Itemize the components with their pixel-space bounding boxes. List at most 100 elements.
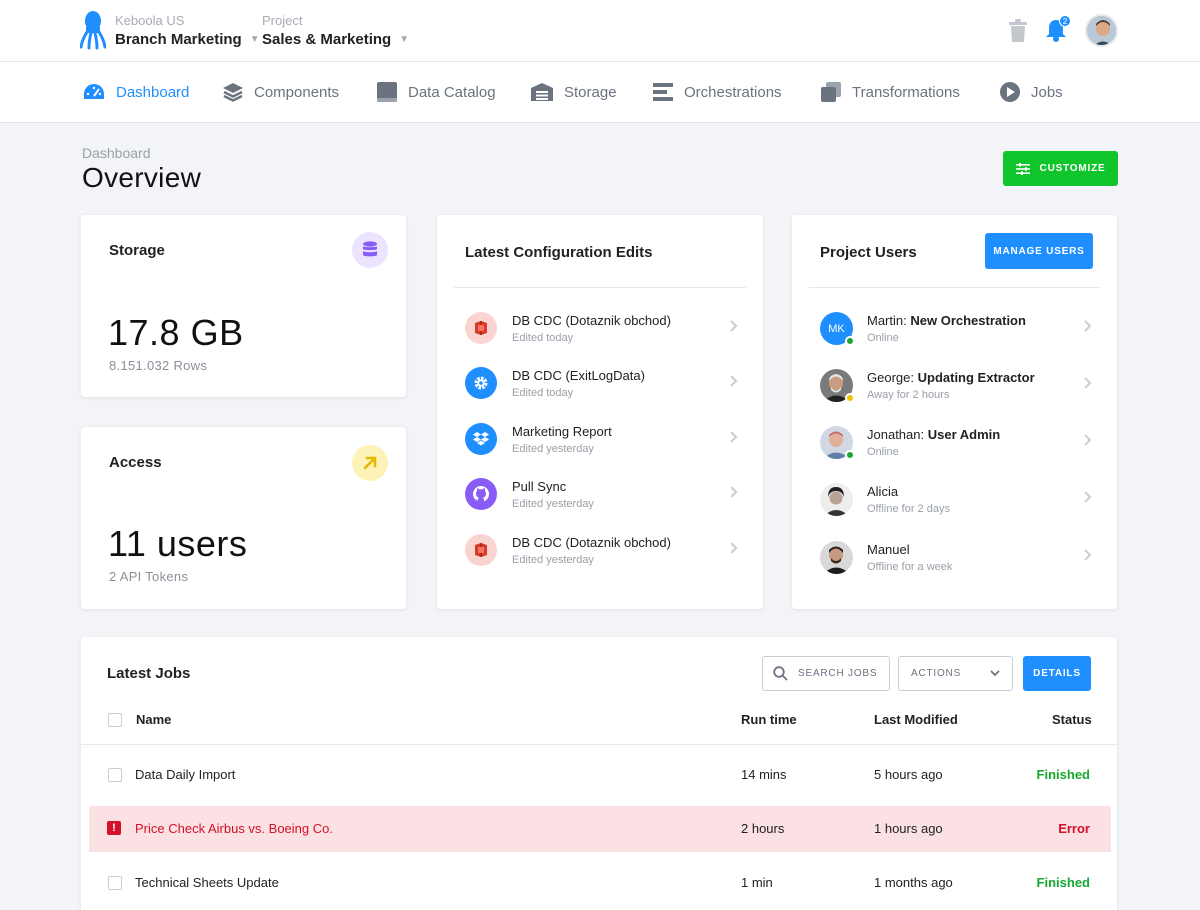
nav-label: Components [254, 83, 340, 101]
job-runtime: 14 mins [741, 767, 787, 782]
select-all-checkbox[interactable] [108, 713, 122, 727]
gear-icon [465, 367, 497, 399]
table-row-error[interactable]: ! Price Check Airbus vs. Boeing Co. 2 ho… [89, 806, 1111, 852]
user-item[interactable]: Alicia Offline for 2 days [792, 483, 1117, 527]
arrow-up-right-icon [352, 445, 388, 481]
config-item[interactable]: DB CDC (Dotaznik obchod) Edited yesterda… [437, 534, 763, 578]
project-selector[interactable]: Project Sales & Marketing ▼ [262, 13, 409, 50]
user-action: Updating Extractor [917, 370, 1035, 385]
config-item-time: Edited today [512, 387, 574, 399]
copy-icon [821, 82, 841, 102]
list-icon [653, 83, 673, 101]
user-avatar[interactable] [1085, 14, 1118, 47]
customize-button[interactable]: CUSTOMIZE [1003, 151, 1118, 186]
play-icon [1000, 82, 1020, 102]
row-checkbox[interactable] [108, 768, 122, 782]
config-item-title: Pull Sync [512, 479, 567, 494]
storage-title: Storage [109, 242, 165, 259]
user-status: Offline for a week [867, 561, 953, 573]
access-value: 11 users [108, 523, 248, 564]
nav-orchestrations[interactable]: Orchestrations [652, 62, 782, 122]
manage-users-button[interactable]: MANAGE USERS [985, 233, 1093, 269]
chevron-right-icon [730, 431, 738, 443]
user-status: Offline for 2 days [867, 503, 950, 515]
divider [81, 744, 1117, 745]
config-item-time: Edited yesterday [512, 443, 594, 455]
page-title: Overview [82, 162, 202, 193]
branch-selector[interactable]: Keboola US Branch Marketing ▼ [115, 13, 260, 50]
nav-transformations[interactable]: Transformations [820, 62, 960, 122]
config-item[interactable]: Marketing Report Edited yesterday [437, 423, 763, 467]
user-item[interactable]: MK Martin: New Orchestration Online [792, 312, 1117, 356]
dashboard-icon [84, 84, 104, 99]
column-header-status[interactable]: Status [1052, 712, 1092, 727]
divider [454, 287, 746, 288]
latest-jobs-title: Latest Jobs [107, 665, 191, 682]
user-activity: Alicia [867, 484, 898, 499]
nav-label: Storage [564, 83, 617, 101]
config-item-title: Marketing Report [512, 424, 612, 439]
config-item[interactable]: DB CDC (Dotaznik obchod) Edited today [437, 312, 763, 356]
nav-storage[interactable]: Storage [530, 62, 617, 122]
storage-card: Storage 17.8 GB 8.151.032 Rows [81, 215, 406, 397]
database-icon [352, 232, 388, 268]
actions-dropdown[interactable]: ACTIONS [898, 656, 1013, 691]
chevron-right-icon [1084, 320, 1092, 332]
nav-data-catalog[interactable]: Data Catalog [376, 62, 496, 122]
divider [809, 287, 1100, 288]
job-name: Data Daily Import [135, 767, 236, 782]
user-activity: Manuel [867, 542, 910, 557]
user-item[interactable]: Jonathan: User Admin Online [792, 426, 1117, 470]
job-modified: 1 months ago [874, 875, 953, 890]
config-edits-card: Latest Configuration Edits DB CDC (Dotaz… [437, 215, 763, 609]
avatar [820, 483, 853, 516]
warehouse-icon [531, 83, 553, 101]
nav-jobs[interactable]: Jobs [999, 62, 1063, 122]
job-name: Price Check Airbus vs. Boeing Co. [135, 821, 333, 836]
nav-label: Jobs [1031, 83, 1063, 101]
config-item-title: DB CDC (Dotaznik obchod) [512, 535, 671, 550]
storage-value: 17.8 GB [108, 312, 244, 353]
user-name: Martin: [867, 313, 907, 328]
user-action: New Orchestration [910, 313, 1026, 328]
config-item[interactable]: Pull Sync Edited yesterday [437, 478, 763, 522]
table-row[interactable]: Data Daily Import 14 mins 5 hours ago Fi… [89, 752, 1111, 798]
organization-label: Keboola US [115, 13, 185, 28]
keboola-logo-icon[interactable] [80, 10, 106, 50]
chevron-right-icon [730, 320, 738, 332]
book-icon [377, 82, 397, 102]
user-action: User Admin [927, 427, 1001, 442]
column-header-modified[interactable]: Last Modified [874, 712, 958, 727]
details-button[interactable]: DETAILS [1023, 656, 1091, 691]
trash-icon[interactable] [1008, 19, 1028, 43]
row-checkbox[interactable] [108, 876, 122, 890]
storage-rows: 8.151.032 Rows [109, 358, 208, 373]
dropbox-icon [465, 423, 497, 455]
column-header-runtime[interactable]: Run time [741, 712, 797, 727]
user-activity: George: Updating Extractor [867, 370, 1035, 385]
chevron-right-icon [1084, 549, 1092, 561]
nav-dashboard[interactable]: Dashboard [82, 62, 189, 122]
job-name: Technical Sheets Update [135, 875, 279, 890]
user-item[interactable]: Manuel Offline for a week [792, 541, 1117, 585]
main-navigation: Dashboard Components Data Catalog Storag… [0, 62, 1200, 123]
breadcrumb[interactable]: Dashboard [82, 145, 151, 161]
user-status: Online [867, 332, 899, 344]
job-runtime: 2 hours [741, 821, 785, 836]
search-jobs-input[interactable]: SEARCH JOBS [762, 656, 890, 691]
config-edits-title: Latest Configuration Edits [465, 244, 653, 261]
user-item[interactable]: George: Updating Extractor Away for 2 ho… [792, 369, 1117, 413]
chevron-right-icon [730, 375, 738, 387]
online-status-dot [845, 450, 855, 460]
db-cdc-icon [465, 312, 497, 344]
job-status: Finished [1036, 767, 1090, 782]
config-item[interactable]: DB CDC (ExitLogData) Edited today [437, 367, 763, 411]
user-name: Alicia [867, 484, 899, 499]
nav-components[interactable]: Components [222, 62, 339, 122]
table-row[interactable]: Technical Sheets Update 1 min 1 months a… [89, 860, 1111, 906]
user-name: Jonathan: [867, 427, 925, 442]
nav-label: Orchestrations [684, 83, 782, 101]
access-title: Access [109, 454, 162, 471]
search-placeholder: SEARCH JOBS [798, 668, 878, 679]
column-header-name[interactable]: Name [136, 712, 171, 727]
